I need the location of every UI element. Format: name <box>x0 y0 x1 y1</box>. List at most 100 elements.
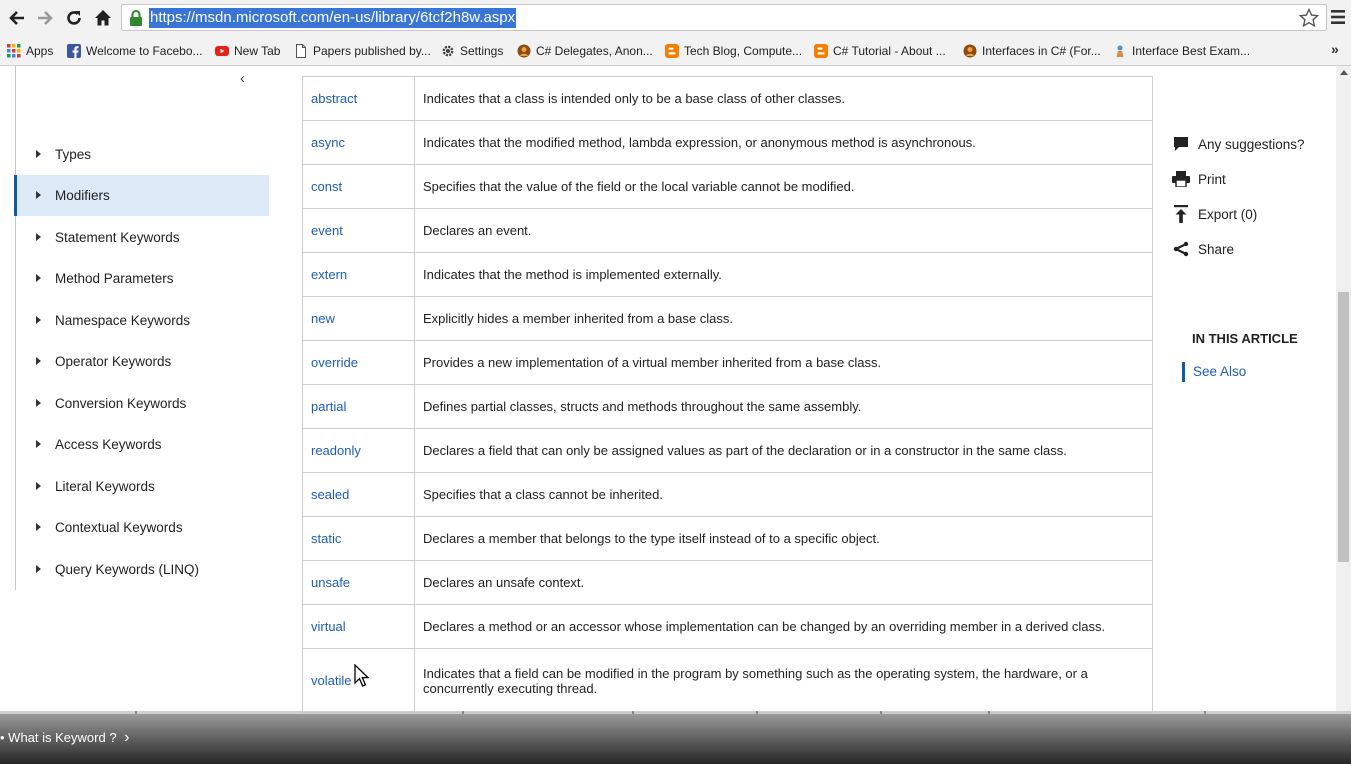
keyword-link[interactable]: override <box>302 340 415 385</box>
apps-grid-icon <box>7 44 21 58</box>
print-button[interactable]: Print <box>1172 168 1226 190</box>
bookmark-label: New Tab <box>234 44 281 58</box>
expand-triangle-icon <box>36 523 41 531</box>
bookmark-csharp-tutorial[interactable]: C# Tutorial - About ... <box>814 42 946 60</box>
expand-triangle-icon <box>36 565 41 573</box>
scroll-thumb[interactable] <box>1338 292 1349 562</box>
address-bar[interactable]: https://msdn.microsoft.com/en-us/library… <box>121 4 1327 31</box>
keyword-link[interactable]: extern <box>302 252 415 297</box>
page-scrollbar[interactable] <box>1336 66 1351 716</box>
keyword-link[interactable]: new <box>302 296 415 341</box>
expand-triangle-icon <box>36 482 41 490</box>
forward-button[interactable] <box>34 7 56 29</box>
nav-item-label: Types <box>55 147 92 162</box>
nav-item-contextual-keywords[interactable]: Contextual Keywords <box>16 507 269 548</box>
suggestions-button[interactable]: Any suggestions? <box>1172 133 1305 155</box>
back-button[interactable] <box>6 7 28 29</box>
nav-item-namespace-keywords[interactable]: Namespace Keywords <box>16 300 269 341</box>
export-button[interactable]: Export (0) <box>1172 203 1257 225</box>
bookmark-label: Interfaces in C# (For... <box>982 44 1101 58</box>
nav-item-method-parameters[interactable]: Method Parameters <box>16 258 269 299</box>
expand-triangle-icon <box>36 150 41 158</box>
nav-item-label: Statement Keywords <box>55 230 180 245</box>
browser-menu-icon[interactable] <box>1331 9 1345 25</box>
bookmark-interface-best[interactable]: Interface Best Exam... <box>1113 42 1250 60</box>
nav-item-access-keywords[interactable]: Access Keywords <box>16 424 269 465</box>
facebook-icon <box>67 44 81 58</box>
site-icon <box>517 44 531 58</box>
keyword-link[interactable]: virtual <box>302 604 415 649</box>
see-also-link[interactable]: See Also <box>1182 362 1246 382</box>
keyword-link[interactable]: abstract <box>302 76 415 121</box>
keyword-description: Explicitly hides a member inherited from… <box>414 296 1153 341</box>
bookmark-star-icon[interactable] <box>1298 7 1320 29</box>
home-icon <box>95 10 111 26</box>
gear-icon <box>442 45 454 57</box>
keyword-description: Provides a new implementation of a virtu… <box>414 340 1153 385</box>
nav-item-literal-keywords[interactable]: Literal Keywords <box>16 466 269 507</box>
chevron-right-icon: › <box>124 729 130 746</box>
nav-item-modifiers[interactable]: Modifiers <box>14 175 269 216</box>
keyword-description: Indicates that a field can be modified i… <box>414 648 1153 713</box>
keyword-link[interactable]: partial <box>302 384 415 429</box>
keyword-description: Specifies that a class cannot be inherit… <box>414 472 1153 517</box>
keyword-description: Declares a method or an accessor whose i… <box>414 604 1153 649</box>
nav-item-statement-keywords[interactable]: Statement Keywords <box>16 217 269 258</box>
nav-item-conversion-keywords[interactable]: Conversion Keywords <box>16 383 269 424</box>
table-row: abstract Indicates that a class is inten… <box>302 76 1153 121</box>
keyword-link[interactable]: unsafe <box>302 560 415 605</box>
share-icon <box>1172 240 1190 258</box>
nav-item-operator-keywords[interactable]: Operator Keywords <box>16 341 269 382</box>
left-navigation: Types Modifiers Statement Keywords Metho… <box>14 66 269 590</box>
share-button[interactable]: Share <box>1172 238 1234 260</box>
bookmark-label: Settings <box>460 44 504 58</box>
keyword-link[interactable]: const <box>302 164 415 209</box>
bookmarks-bar: Apps Welcome to Facebo... New Tab Papers… <box>0 36 1351 66</box>
lock-icon <box>130 10 142 26</box>
keyword-description: Indicates that a class is intended only … <box>414 76 1153 121</box>
bookmarks-overflow-icon[interactable]: » <box>1331 41 1339 57</box>
nav-item-label: Namespace Keywords <box>55 313 191 328</box>
bookmark-facebook[interactable]: Welcome to Facebo... <box>67 42 203 60</box>
bookmark-tech-blog[interactable]: Tech Blog, Compute... <box>665 42 802 60</box>
youtube-icon <box>215 46 229 56</box>
keyword-link[interactable]: async <box>302 120 415 165</box>
table-row: const Specifies that the value of the fi… <box>302 164 1153 209</box>
bookmark-papers[interactable]: Papers published by... <box>294 42 431 60</box>
bookmark-apps[interactable]: Apps <box>7 42 53 60</box>
bookmark-label: C# Delegates, Anon... <box>536 44 653 58</box>
nav-item-query-keywords[interactable]: Query Keywords (LINQ) <box>16 549 269 590</box>
action-label: Export (0) <box>1198 206 1258 222</box>
nav-item-label: Conversion Keywords <box>55 396 187 411</box>
keyword-link[interactable]: event <box>302 208 415 253</box>
browser-toolbar: https://msdn.microsoft.com/en-us/library… <box>0 0 1351 37</box>
keyword-description: Declares a field that can only be assign… <box>414 428 1153 473</box>
bookmark-label: Welcome to Facebo... <box>86 44 203 58</box>
keyword-link[interactable]: static <box>302 516 415 561</box>
keyword-link[interactable]: sealed <box>302 472 415 517</box>
bookmark-csharp-delegates[interactable]: C# Delegates, Anon... <box>517 42 653 60</box>
url-text[interactable]: https://msdn.microsoft.com/en-us/library… <box>149 8 517 28</box>
expand-triangle-icon <box>36 440 41 448</box>
bookmark-settings[interactable]: Settings <box>441 42 503 60</box>
video-controls-overlay <box>0 714 1351 764</box>
mouse-pointer-icon <box>354 664 370 687</box>
keyword-description: Indicates that the method is implemented… <box>414 252 1153 297</box>
nav-item-label: Literal Keywords <box>55 479 155 494</box>
scroll-up-arrow-icon[interactable] <box>1340 70 1348 75</box>
bookmark-interfaces[interactable]: Interfaces in C# (For... <box>963 42 1101 60</box>
chapter-title-button[interactable]: • What is Keyword ? › <box>0 730 130 746</box>
table-row: virtual Declares a method or an accessor… <box>302 604 1153 649</box>
table-row: static Declares a member that belongs to… <box>302 516 1153 561</box>
expand-triangle-icon <box>36 191 41 199</box>
home-button[interactable] <box>92 7 114 29</box>
keyword-description: Indicates that the modified method, lamb… <box>414 120 1153 165</box>
bookmark-new-tab[interactable]: New Tab <box>215 42 280 60</box>
reload-button[interactable] <box>63 7 85 29</box>
bookmark-label: C# Tutorial - About ... <box>833 44 946 58</box>
modifiers-table: abstract Indicates that a class is inten… <box>302 76 1153 713</box>
nav-item-label: Access Keywords <box>55 437 162 452</box>
nav-item-types[interactable]: Types <box>16 134 269 175</box>
keyword-link[interactable]: readonly <box>302 428 415 473</box>
table-row: partial Defines partial classes, structs… <box>302 384 1153 429</box>
